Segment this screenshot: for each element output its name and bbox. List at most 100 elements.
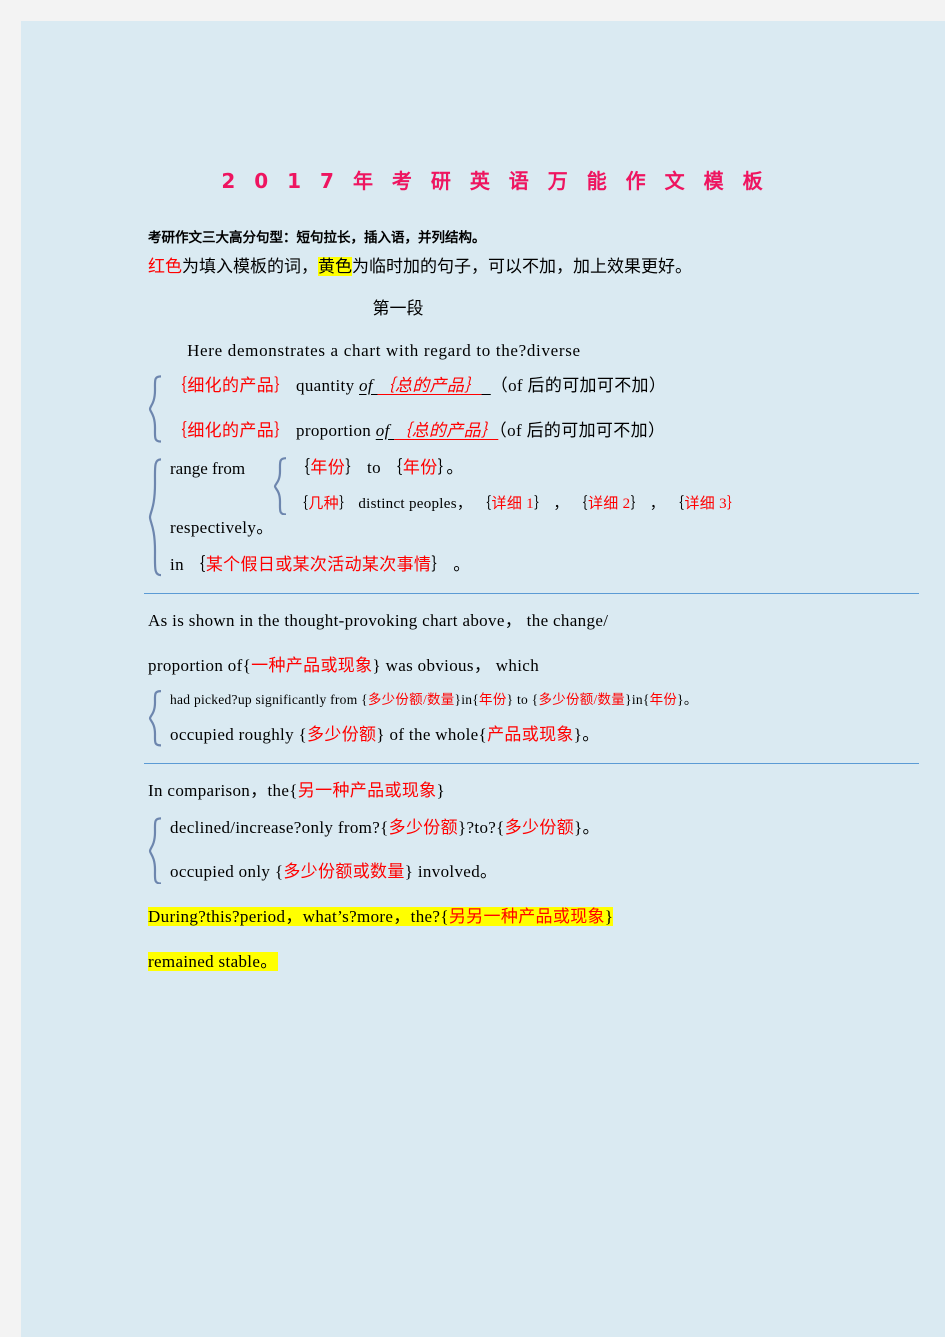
legend-mid-text: 为填入模板的词， bbox=[182, 257, 318, 277]
section2-option-1: had picked?up significantly from {多少份额/数… bbox=[170, 690, 848, 710]
section2-line-2: proportion of{一种产品或现象} was obvious， whic… bbox=[148, 655, 848, 678]
placeholder-detailed-product-2: ｛细化的产品｝ bbox=[170, 420, 292, 440]
range-peoples-line: ｛几种｝ distinct peoples， ｛详细 1｝ ， ｛详细 2｝ ，… bbox=[293, 494, 848, 516]
s2-opt2-c: }。 bbox=[573, 724, 600, 744]
highlighted-text-2: remained stable。 bbox=[148, 952, 278, 972]
section-label-paragraph-one: 第一段 bbox=[372, 298, 424, 318]
section-divider-1 bbox=[144, 593, 919, 595]
placeholder-year-to: 年份 bbox=[402, 457, 438, 477]
s2-opt1-a: had picked?up significantly from { bbox=[170, 692, 368, 708]
placeholder-detail-3: 详细 3 bbox=[684, 495, 727, 512]
s2-opt1-d: }in{ bbox=[625, 692, 650, 708]
in-line-suffix: ｝ 。 bbox=[431, 555, 471, 575]
section2-line-1: As is shown in the thought-provoking cha… bbox=[148, 611, 609, 631]
legend-red-label: 红色 bbox=[148, 257, 182, 277]
section3-highlight-line-1: During?this?period，what’s?more，the?{另另一种… bbox=[148, 906, 848, 929]
legend-end-text: 为临时加的句子，可以不加，加上效果更好。 bbox=[352, 257, 692, 277]
placeholder-year-1: 年份 bbox=[479, 692, 507, 708]
s3-opt1-c: }。 bbox=[574, 817, 600, 837]
curly-brace-icon bbox=[148, 817, 164, 885]
curly-brace-icon bbox=[148, 375, 164, 443]
s3-line1-suffix: } bbox=[436, 780, 446, 800]
s3-hl1-b: } bbox=[604, 907, 614, 927]
s3-opt1-b: }?to?{ bbox=[458, 817, 505, 837]
section2-block: As is shown in the thought-provoking cha… bbox=[148, 610, 848, 746]
option-proportion-word: proportion bbox=[291, 420, 376, 440]
s3-opt2-a: occupied only { bbox=[170, 862, 284, 882]
document-content: 2 0 1 7 年 考 研 英 语 万 能 作 文 模 板 考研作文三大高分句型… bbox=[144, 141, 919, 975]
section3-option-2: occupied only {多少份额或数量} involved。 bbox=[170, 861, 848, 884]
section3-block: In comparison，the{另一种产品或现象} declined/inc… bbox=[148, 780, 848, 975]
section-divider-2 bbox=[144, 762, 919, 764]
section1-range-brace-group: range from ｛年份｝ to ｛年份｝。 ｛几种｝ distinct p… bbox=[148, 457, 848, 578]
range-from-row: range from ｛年份｝ to ｛年份｝。 ｛几种｝ distinct p… bbox=[170, 457, 848, 516]
range-years-line: ｛年份｝ to ｛年份｝。 bbox=[293, 457, 848, 480]
placeholder-share-or-quantity-1: 多少份额/数量 bbox=[367, 692, 455, 708]
placeholder-one-product-or-phenomenon: 一种产品或现象 bbox=[251, 656, 373, 676]
s3-hl1-a: During?this?period，what’s?more，the?{ bbox=[148, 907, 449, 927]
s3-opt2-b: } involved。 bbox=[404, 862, 498, 882]
range-to-text: ｝ to ｛ bbox=[345, 457, 403, 477]
section2-option-2: occupied roughly {多少份额} of the whole{产品或… bbox=[170, 724, 848, 747]
document-page: 2 0 1 7 年 考 研 英 语 万 能 作 文 模 板 考研作文三大高分句型… bbox=[21, 21, 945, 1337]
placeholder-detailed-product-1: ｛细化的产品｝ bbox=[170, 375, 292, 395]
highlighted-text-1: During?this?period，what’s?more，the?{另另一种… bbox=[148, 907, 614, 927]
in-line-prefix: in ｛ bbox=[170, 555, 206, 575]
placeholder-detail-2: 详细 2 bbox=[588, 495, 631, 512]
option2-note: （of 后的可加可不加） bbox=[498, 420, 666, 440]
option-quantity-word: quantity bbox=[291, 375, 360, 395]
option-proportion-line: ｛细化的产品｝ proportion of ｛总的产品｝（of 后的可加可不加） bbox=[170, 420, 848, 443]
placeholder-how-many-kinds: 几种 bbox=[308, 495, 339, 512]
option2-underline-of: of bbox=[375, 420, 395, 440]
peoples-sep-1: ｝ ， ｛ bbox=[533, 495, 588, 512]
placeholder-holiday-or-event: 某个假日或某次活动某次事情 bbox=[205, 555, 432, 575]
curly-brace-icon bbox=[148, 457, 164, 578]
placeholder-yet-another-product-or-phenomenon: 另另一种产品或现象 bbox=[448, 907, 605, 927]
placeholder-total-product-1: ｛总的产品｝ bbox=[377, 375, 482, 395]
section3-highlight-line-2: remained stable。 bbox=[148, 951, 848, 974]
placeholder-another-product-or-phenomenon: 另一种产品或现象 bbox=[297, 780, 437, 800]
placeholder-detail-1: 详细 1 bbox=[491, 495, 534, 512]
peoples-sep-2: ｝ ， ｛ bbox=[630, 495, 685, 512]
placeholder-share-or-quantity-3: 多少份额或数量 bbox=[283, 862, 405, 882]
curly-brace-icon bbox=[273, 457, 289, 516]
section2-line2-suffix: } was obvious， which bbox=[372, 656, 540, 676]
intro-line-sentence-types: 考研作文三大高分句型：短句拉长，插入语，并列结构。 bbox=[148, 230, 486, 245]
option1-underline-tail bbox=[482, 376, 491, 395]
page-title: 2 0 1 7 年 考 研 英 语 万 能 作 文 模 板 bbox=[221, 169, 769, 193]
range-years-end: ｝。 bbox=[437, 457, 464, 477]
placeholder-share-to: 多少份额 bbox=[504, 817, 575, 837]
s2-opt2-b: } of the whole{ bbox=[376, 724, 488, 744]
option1-underline-of: of bbox=[359, 375, 378, 395]
peoples-close-brace: ｝ bbox=[726, 495, 743, 512]
placeholder-total-product-2: ｛总的产品｝ bbox=[394, 420, 499, 440]
placeholder-year-from: 年份 bbox=[310, 457, 346, 477]
section1-lead-sentence: Here demonstrates a chart with regard to… bbox=[187, 340, 581, 360]
placeholder-product-or-phenomenon: 产品或现象 bbox=[487, 724, 574, 744]
option-quantity-line: ｛细化的产品｝ quantity of ｛总的产品｝ （of 后的可加可不加） bbox=[170, 375, 848, 398]
s3-line1-prefix: In comparison，the{ bbox=[148, 780, 298, 800]
section2-line2-prefix: proportion of{ bbox=[148, 656, 252, 676]
intro-line-legend: 红色为填入模板的词，黄色为临时加的句子，可以不加，加上效果更好。 bbox=[148, 254, 848, 280]
section3-options-brace-group: declined/increase?only from?{多少份额}?to?{多… bbox=[148, 817, 848, 885]
range-from-label: range from bbox=[170, 458, 246, 478]
placeholder-share-amount: 多少份额 bbox=[307, 724, 377, 744]
legend-yellow-label: 黄色 bbox=[318, 257, 352, 277]
range-options-brace-group: ｛年份｝ to ｛年份｝。 ｛几种｝ distinct peoples， ｛详细… bbox=[273, 457, 848, 516]
s2-opt1-c: } to { bbox=[506, 692, 539, 708]
peoples-open-brace: ｛ bbox=[293, 495, 309, 512]
respectively-line: respectively。 bbox=[170, 518, 274, 538]
s2-opt1-e: }。 bbox=[677, 692, 698, 708]
in-occasion-line: in ｛某个假日或某次活动某次事情｝ 。 bbox=[170, 554, 848, 577]
section3-option-1: declined/increase?only from?{多少份额}?to?{多… bbox=[170, 817, 848, 840]
placeholder-share-from: 多少份额 bbox=[388, 817, 458, 837]
s2-opt2-a: occupied roughly { bbox=[170, 724, 308, 744]
section1-options-brace-group: ｛细化的产品｝ quantity of ｛总的产品｝ （of 后的可加可不加） … bbox=[148, 375, 848, 443]
section2-options-brace-group: had picked?up significantly from {多少份额/数… bbox=[148, 690, 848, 747]
placeholder-share-or-quantity-2: 多少份额/数量 bbox=[538, 692, 626, 708]
placeholder-year-2: 年份 bbox=[649, 692, 678, 708]
peoples-mid-text: ｝ distinct peoples， ｛ bbox=[338, 495, 492, 512]
section3-line-1: In comparison，the{另一种产品或现象} bbox=[148, 780, 848, 803]
curly-brace-icon bbox=[148, 690, 164, 747]
range-open-brace: ｛ bbox=[293, 457, 311, 477]
